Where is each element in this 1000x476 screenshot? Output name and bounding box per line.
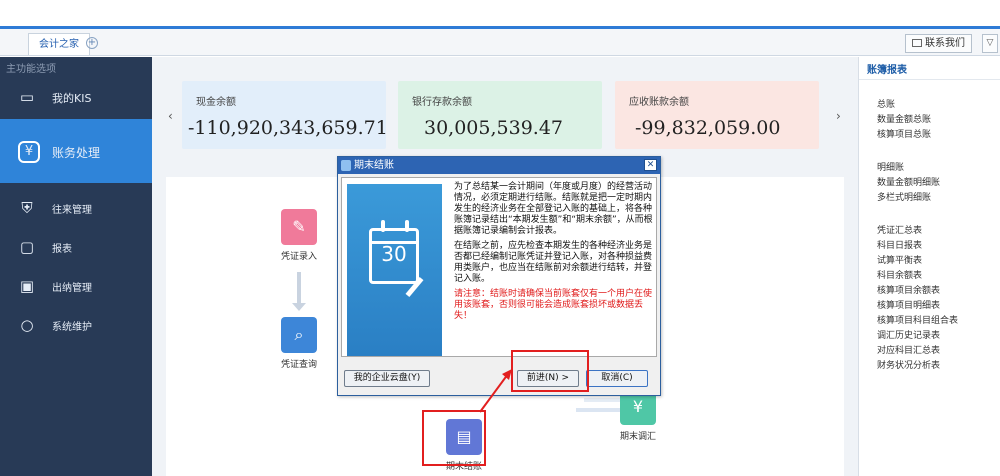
dialog-body: 30 为了总结某一会计期间（年度或月度）的经营活动情况，必须定期进行结账。结账就… xyxy=(341,177,657,357)
report-link[interactable]: 财务状况分析表 xyxy=(877,358,940,371)
receivable-balance-card[interactable]: 应收账款余额 -99,832,059.00 xyxy=(615,81,819,149)
voucher-entry-icon: ✎ xyxy=(281,209,317,245)
panel-divider xyxy=(859,79,1000,80)
tab-bar: 会计之家 + 联系我们 ▽ xyxy=(0,29,1000,56)
voucher-query-node[interactable]: ⌕ 凭证查询 xyxy=(269,317,329,370)
close-icon[interactable]: ✕ xyxy=(644,159,657,171)
chart-icon: ▢ xyxy=(19,238,35,256)
dialog-app-icon xyxy=(341,160,351,171)
sidebar-item-label: 往来管理 xyxy=(52,205,92,216)
flow-arrow xyxy=(292,272,306,311)
report-link[interactable]: 对应科目汇总表 xyxy=(877,343,940,356)
report-link[interactable]: 数量金额明细账 xyxy=(877,175,940,188)
maintenance-icon: ○ xyxy=(20,316,34,334)
dialog-paragraph: 为了总结某一会计期间（年度或月度）的经营活动情况，必须定期进行结账。结账就是把一… xyxy=(454,182,653,236)
dialog-paragraph: 在结账之前，应先检查本期发生的各种经济业务是否都已经编制记账凭证并登记入账，对各… xyxy=(454,241,653,284)
sidebar-item-cashier[interactable]: ▣ 出纳管理 xyxy=(0,273,152,299)
report-link[interactable]: 科目余额表 xyxy=(877,268,922,281)
contact-us-button[interactable]: 联系我们 xyxy=(905,34,972,53)
voucher-query-icon: ⌕ xyxy=(281,317,317,353)
enterprise-cloud-button[interactable]: 我的企业云盘(Y) xyxy=(344,370,430,387)
report-link[interactable]: 凭证汇总表 xyxy=(877,223,922,236)
report-link[interactable]: 科目日报表 xyxy=(877,238,922,251)
app-window: 会计之家 + 联系我们 ▽ 主功能选项 ▭ 我的KIS ¥ 账务处理 ⛨ 往来管… xyxy=(0,0,1000,476)
card-value: -99,832,059.00 xyxy=(635,117,781,139)
dropdown-icon[interactable]: ▽ xyxy=(982,34,998,53)
cashier-icon: ▣ xyxy=(19,277,35,295)
highlight-next-button xyxy=(511,350,589,392)
shield-yen-icon: ⛨ xyxy=(21,199,33,217)
calendar-illustration: 30 xyxy=(347,184,442,356)
add-tab-icon[interactable]: + xyxy=(86,37,98,49)
yen-circle-icon: ¥ xyxy=(18,141,40,163)
monitor-icon: ▭ xyxy=(19,88,35,106)
report-link[interactable]: 核算项目科目组合表 xyxy=(877,313,958,326)
sidebar-item-label: 系统维护 xyxy=(52,322,92,333)
panel-title: 账簿报表 xyxy=(867,65,907,76)
period-adjust-node[interactable]: ¥ 期末调汇 xyxy=(603,389,673,442)
cash-balance-card[interactable]: 现金余额 -110,920,343,659.71 xyxy=(182,81,386,149)
sidebar-item-label: 账务处理 xyxy=(52,146,101,160)
sidebar-item-label: 报表 xyxy=(52,244,72,255)
account-books-panel: 账簿报表 总账 数量金额总账 核算项目总账 明细账 数量金额明细账 多栏式明细账… xyxy=(858,57,1000,476)
period-end-close-dialog: 期末结账 ✕ 30 为了总结某一会计期间（年度或月度）的经营活动情况，必须定期进… xyxy=(337,156,661,396)
sidebar-item-accounting[interactable]: ¥ 账务处理 xyxy=(0,119,152,183)
tab-accounting-home[interactable]: 会计之家 xyxy=(28,33,90,55)
report-link[interactable]: 核算项目明细表 xyxy=(877,298,940,311)
bank-balance-card[interactable]: 银行存款余额 30,005,539.47 xyxy=(398,81,602,149)
node-label: 期末调汇 xyxy=(619,432,656,442)
sidebar-item-my-kis[interactable]: ▭ 我的KIS xyxy=(0,82,152,112)
sidebar-title: 主功能选项 xyxy=(6,64,56,75)
highlight-period-end-node xyxy=(422,410,486,466)
dialog-message: 为了总结某一会计期间（年度或月度）的经营活动情况，必须定期进行结账。结账就是把一… xyxy=(454,182,654,326)
report-link[interactable]: 明细账 xyxy=(877,160,904,173)
sidebar-item-reports[interactable]: ▢ 报表 xyxy=(0,234,152,260)
sidebar-item-receivables[interactable]: ⛨ 往来管理 xyxy=(0,195,152,221)
dialog-titlebar[interactable]: 期末结账 ✕ xyxy=(338,157,660,174)
cards-next-arrow[interactable]: › xyxy=(836,109,841,123)
node-label: 凭证查询 xyxy=(280,360,317,370)
cards-prev-arrow[interactable]: ‹ xyxy=(168,109,173,123)
report-link[interactable]: 核算项目余额表 xyxy=(877,283,940,296)
report-link[interactable]: 核算项目总账 xyxy=(877,127,931,140)
sidebar-item-label: 出纳管理 xyxy=(52,283,92,294)
sidebar-item-label: 我的KIS xyxy=(52,92,92,105)
dialog-title: 期末结账 xyxy=(354,160,394,171)
card-title: 银行存款余额 xyxy=(412,97,472,108)
dialog-warning: 请注意：结账时请确保当前账套仅有一个用户在使用该账套，否则很可能会造成账套损坏或… xyxy=(454,289,653,321)
mail-icon xyxy=(912,39,922,47)
report-link[interactable]: 数量金额总账 xyxy=(877,112,931,125)
main-sidebar: 主功能选项 ▭ 我的KIS ¥ 账务处理 ⛨ 往来管理 ▢ 报表 ▣ 出纳管理 … xyxy=(0,57,152,476)
report-link[interactable]: 总账 xyxy=(877,97,895,110)
card-value: -110,920,343,659.71 xyxy=(188,117,386,139)
node-label: 凭证录入 xyxy=(280,252,317,262)
card-title: 现金余额 xyxy=(196,97,236,108)
contact-us-label: 联系我们 xyxy=(925,38,965,49)
card-value: 30,005,539.47 xyxy=(424,117,564,139)
cancel-button[interactable]: 取消(C) xyxy=(586,370,648,387)
voucher-entry-node[interactable]: ✎ 凭证录入 xyxy=(269,209,329,262)
report-link[interactable]: 多栏式明细账 xyxy=(877,190,931,203)
report-link[interactable]: 调汇历史记录表 xyxy=(877,328,940,341)
card-title: 应收账款余额 xyxy=(629,97,689,108)
annotation-arrow-icon xyxy=(479,369,512,413)
sidebar-item-maintenance[interactable]: ○ 系统维护 xyxy=(0,312,152,338)
calendar-icon: 30 xyxy=(369,228,419,284)
report-link[interactable]: 试算平衡表 xyxy=(877,253,922,266)
